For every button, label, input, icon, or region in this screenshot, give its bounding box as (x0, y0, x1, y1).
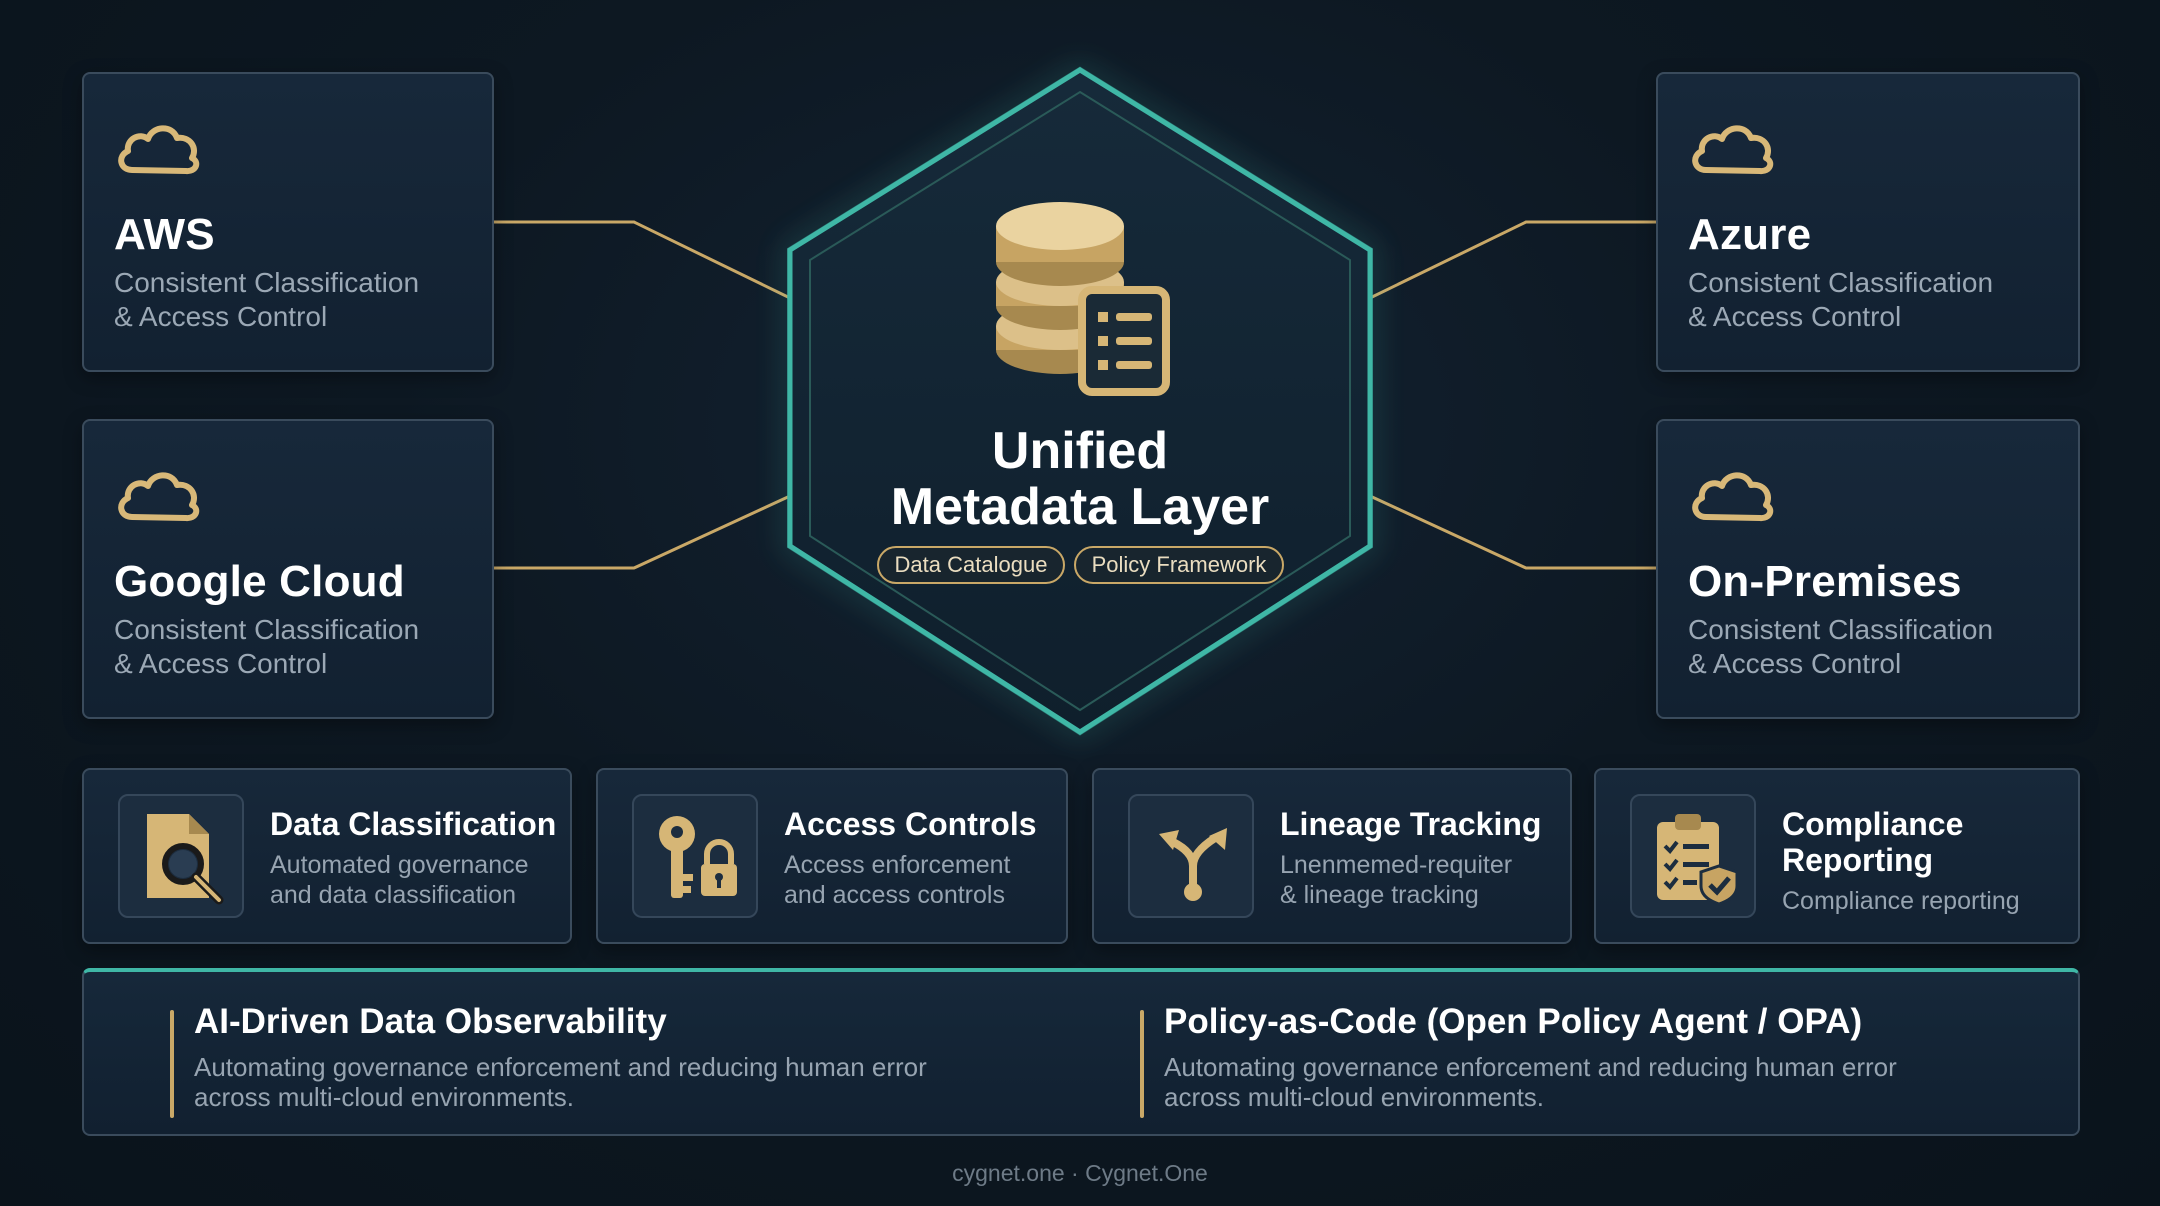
cloud-card-on-premises: On-Premises Consistent Classification & … (1656, 419, 2080, 719)
desc-line: Automating governance enforcement and re… (194, 1052, 927, 1082)
cloud-description: Consistent Classification & Access Contr… (1688, 613, 2048, 681)
feature-title: Lineage Tracking (1280, 806, 1542, 842)
bottom-banner: AI-Driven Data Observability Automating … (82, 968, 2080, 1136)
cloud-card-aws: AWS Consistent Classification & Access C… (82, 72, 494, 372)
feature-title: Data Classification (270, 806, 557, 842)
desc-line: & Access Control (114, 301, 328, 332)
clipboard-check-icon (1657, 814, 1739, 906)
footer-credit: cygnet.one · Cygnet.One (952, 1160, 1208, 1186)
feature-description: Compliance reporting (1782, 887, 2020, 915)
banner-title: AI-Driven Data Observability (194, 1002, 667, 1041)
desc-line: Consistent Classification (1688, 267, 1994, 298)
desc-line: & Access Control (1688, 301, 1902, 332)
feature-description: Access enforcement and access controls (784, 850, 1011, 910)
cloud-card-google-cloud: Google Cloud Consistent Classification &… (82, 419, 494, 719)
feature-card-data-classification: Data Classification Automated governance… (82, 768, 572, 944)
cloud-description: Consistent Classification & Access Contr… (114, 613, 474, 681)
desc-line: Automating governance enforcement and re… (1164, 1052, 1897, 1082)
feature-icon-box (632, 794, 758, 918)
connector-aws (494, 220, 791, 300)
cloud-name: AWS (114, 210, 215, 259)
feature-description: Lnenmemed-requiter & lineage tracking (1280, 850, 1512, 910)
desc-line: and data classification (270, 881, 516, 909)
cloud-icon (118, 125, 200, 175)
cloud-card-azure: Azure Consistent Classification & Access… (1656, 72, 2080, 372)
cloud-icon (118, 472, 200, 522)
desc-line: across multi-cloud environments. (194, 1082, 575, 1112)
key-lock-icon (659, 816, 737, 898)
tag-data-catalogue: Data Catalogue (877, 546, 1065, 584)
desc-line: Lnenmemed-requiter (1280, 851, 1513, 879)
desc-line: Access enforcement (784, 851, 1011, 879)
feature-icon-box (118, 794, 244, 918)
desc-line: & Access Control (114, 648, 328, 679)
feature-card-compliance-reporting: Compliance Reporting Compliance reportin… (1594, 768, 2080, 944)
desc-line: Consistent Classification (114, 267, 420, 298)
accent-bar (1140, 1010, 1144, 1118)
feature-card-lineage-tracking: Lineage Tracking Lnenmemed-requiter & li… (1092, 768, 1572, 944)
feature-title: Access Controls (784, 806, 1037, 842)
accent-bar (170, 1010, 174, 1118)
desc-line: Automated governance (270, 851, 529, 879)
feature-icon-box (1128, 794, 1254, 918)
desc-line: across multi-cloud environments. (1164, 1082, 1545, 1112)
feature-description: Automated governance and data classifica… (270, 850, 529, 910)
feature-icon-box (1630, 794, 1756, 918)
title-line: Reporting (1782, 842, 1934, 878)
feature-card-access-controls: Access Controls Access enforcement and a… (596, 768, 1068, 944)
cloud-icon (1692, 472, 1774, 522)
desc-line: Consistent Classification (114, 614, 420, 645)
desc-line: and access controls (784, 881, 1005, 909)
cloud-name: Google Cloud (114, 557, 405, 606)
connector-azure (1369, 220, 1656, 300)
document-search-icon (147, 814, 224, 905)
cloud-name: Azure (1688, 210, 1812, 259)
cloud-description: Consistent Classification & Access Contr… (114, 266, 474, 334)
banner-title: Policy-as-Code (Open Policy Agent / OPA) (1164, 1002, 1863, 1041)
cloud-description: Consistent Classification & Access Contr… (1688, 266, 2048, 334)
banner-description: Automating governance enforcement and re… (194, 1052, 1094, 1112)
hub-hexagon (787, 66, 1373, 736)
branch-arrows-icon (1159, 828, 1227, 901)
cloud-icon (1692, 125, 1774, 175)
banner-description: Automating governance enforcement and re… (1164, 1052, 2064, 1112)
title-line: Compliance (1782, 806, 1964, 842)
feature-title: Compliance Reporting (1782, 806, 1963, 878)
desc-line: & lineage tracking (1280, 881, 1479, 909)
cloud-name: On-Premises (1688, 557, 1962, 606)
tag-policy-framework: Policy Framework (1074, 546, 1284, 584)
desc-line: Consistent Classification (1688, 614, 1994, 645)
desc-line: & Access Control (1688, 648, 1902, 679)
